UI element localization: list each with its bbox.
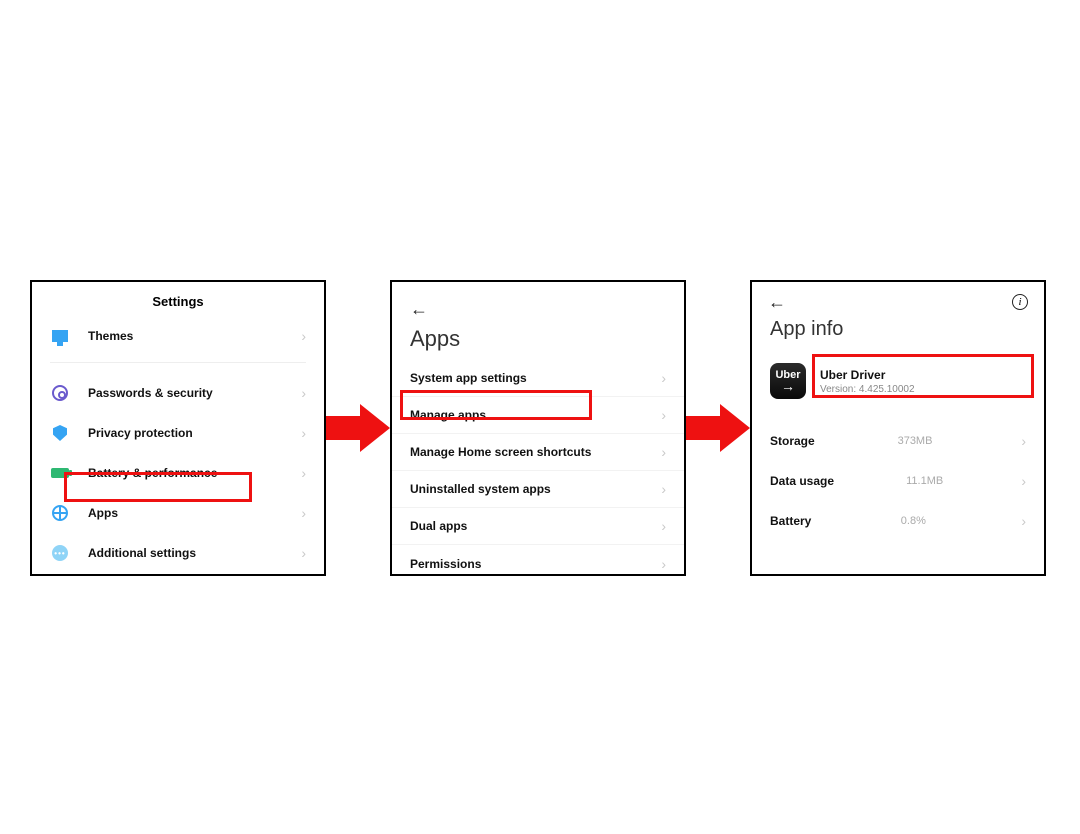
settings-item-label: Battery & performance xyxy=(88,466,301,480)
chevron-right-icon: › xyxy=(301,425,306,441)
chevron-right-icon: › xyxy=(661,370,666,386)
back-button[interactable]: ← xyxy=(768,293,786,311)
battery-icon xyxy=(50,463,70,483)
chevron-right-icon: › xyxy=(661,444,666,460)
chevron-right-icon: › xyxy=(301,328,306,344)
back-button[interactable]: ← xyxy=(392,282,684,324)
settings-item-label: Themes xyxy=(88,329,301,343)
apps-item-label: Permissions xyxy=(410,557,661,571)
settings-screen: Settings Themes › Passwords & security ›… xyxy=(30,280,326,576)
app-info-screen: ← i App info Uber → Uber Driver Version:… xyxy=(750,280,1046,576)
chevron-right-icon: › xyxy=(661,556,666,572)
flow-arrow xyxy=(686,280,750,576)
chevron-right-icon: › xyxy=(661,518,666,534)
apps-item-label: Manage apps xyxy=(410,408,661,422)
app-info-item-value: 0.8% xyxy=(901,515,926,527)
privacy-icon xyxy=(50,423,70,443)
apps-item-label: Dual apps xyxy=(410,519,661,533)
apps-icon xyxy=(50,503,70,523)
chevron-right-icon: › xyxy=(661,481,666,497)
app-info-item-battery[interactable]: Battery 0.8% › xyxy=(752,501,1044,541)
settings-item-additional[interactable]: Additional settings › xyxy=(32,533,324,573)
chevron-right-icon: › xyxy=(1021,513,1026,529)
app-name: Uber Driver xyxy=(820,368,915,382)
more-icon xyxy=(50,543,70,563)
chevron-right-icon: › xyxy=(301,385,306,401)
chevron-right-icon: › xyxy=(301,545,306,561)
chevron-right-icon: › xyxy=(301,465,306,481)
settings-item-apps[interactable]: Apps › xyxy=(32,493,324,533)
chevron-right-icon: › xyxy=(1021,433,1026,449)
settings-item-battery[interactable]: Battery & performance › xyxy=(32,453,324,493)
app-info-item-label: Data usage xyxy=(770,474,834,488)
apps-screen: ← Apps System app settings › Manage apps… xyxy=(390,280,686,576)
page-title: Apps xyxy=(392,324,684,360)
app-info-item-label: Battery xyxy=(770,514,811,528)
settings-item-label: Additional settings xyxy=(88,546,301,560)
back-arrow-icon: ← xyxy=(410,299,428,319)
app-info-item-storage[interactable]: Storage 373MB › xyxy=(752,421,1044,461)
app-info-item-data-usage[interactable]: Data usage 11.1MB › xyxy=(752,461,1044,501)
app-info-item-value: 11.1MB xyxy=(906,475,943,487)
passwords-icon xyxy=(50,383,70,403)
apps-item-uninstalled-system[interactable]: Uninstalled system apps › xyxy=(392,471,684,508)
settings-item-privacy[interactable]: Privacy protection › xyxy=(32,413,324,453)
divider xyxy=(50,362,306,363)
page-title: Settings xyxy=(32,282,324,316)
apps-item-label: Uninstalled system apps xyxy=(410,482,661,496)
apps-item-permissions[interactable]: Permissions › xyxy=(392,545,684,576)
flow-arrow xyxy=(326,280,390,576)
settings-item-label: Apps xyxy=(88,506,301,520)
app-header[interactable]: Uber → Uber Driver Version: 4.425.10002 xyxy=(752,355,1044,407)
chevron-right-icon: › xyxy=(301,505,306,521)
app-icon: Uber → xyxy=(770,363,806,399)
settings-item-label: Privacy protection xyxy=(88,426,301,440)
settings-item-label: Passwords & security xyxy=(88,386,301,400)
apps-item-label: Manage Home screen shortcuts xyxy=(410,445,661,459)
app-info-item-value: 373MB xyxy=(898,435,933,447)
app-version: Version: 4.425.10002 xyxy=(820,384,915,395)
apps-item-label: System app settings xyxy=(410,371,661,385)
page-title: App info xyxy=(752,312,1044,355)
chevron-right-icon: › xyxy=(1021,473,1026,489)
apps-item-manage-apps[interactable]: Manage apps › xyxy=(392,397,684,434)
settings-item-passwords[interactable]: Passwords & security › xyxy=(32,373,324,413)
themes-icon xyxy=(50,326,70,346)
app-info-item-label: Storage xyxy=(770,434,815,448)
apps-item-home-shortcuts[interactable]: Manage Home screen shortcuts › xyxy=(392,434,684,471)
apps-item-dual-apps[interactable]: Dual apps › xyxy=(392,508,684,545)
app-icon-arrow: → xyxy=(781,381,795,392)
chevron-right-icon: › xyxy=(661,407,666,423)
apps-item-system-app-settings[interactable]: System app settings › xyxy=(392,360,684,397)
info-icon[interactable]: i xyxy=(1012,294,1028,310)
settings-item-themes[interactable]: Themes › xyxy=(32,316,324,356)
